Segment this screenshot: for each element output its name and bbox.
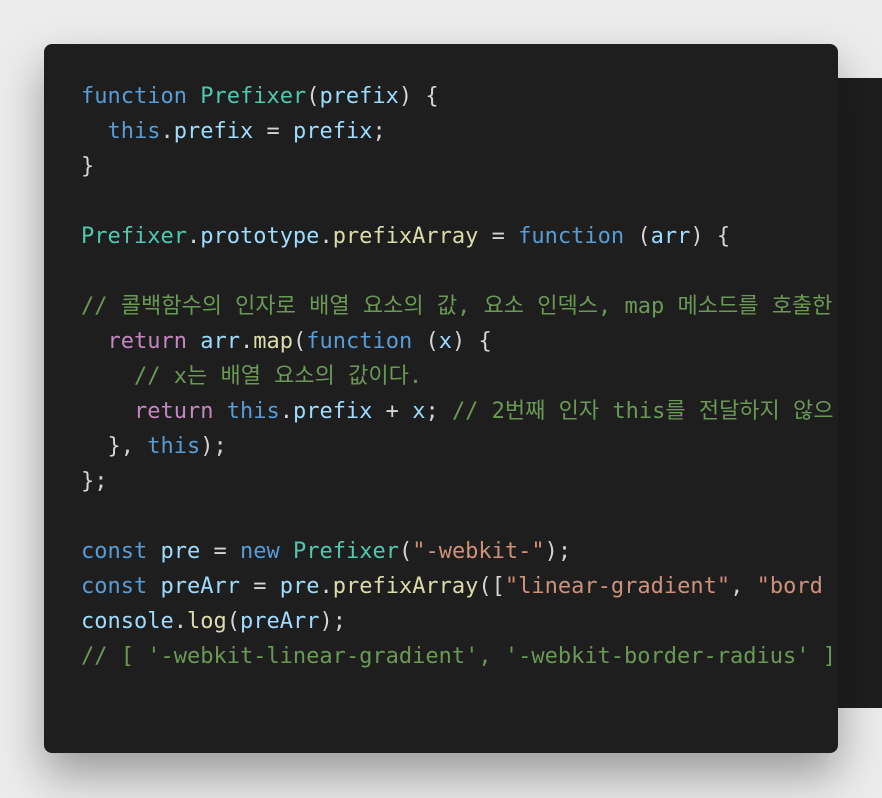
code-token: "-webkit-"	[412, 539, 545, 564]
code-line: function Prefixer(prefix) {	[81, 79, 838, 114]
code-token: (	[306, 84, 320, 109]
code-token: ;	[372, 119, 386, 144]
code-token: (	[624, 224, 651, 249]
code-token: );	[200, 434, 227, 459]
code-token: (	[412, 329, 439, 354]
code-token: this	[147, 434, 201, 459]
code-token: console	[81, 609, 174, 634]
code-token: ([	[478, 574, 505, 599]
code-token: x	[438, 329, 452, 354]
code-token: pre	[160, 539, 201, 564]
code-token: "linear-gradient"	[504, 574, 731, 599]
code-line: // x는 배열 요소의 값이다.	[81, 359, 838, 394]
code-token: preArr	[239, 609, 320, 634]
code-token: );	[319, 609, 346, 634]
code-token: .	[319, 224, 333, 249]
code-token: function	[81, 84, 187, 109]
code-token: ) {	[690, 224, 731, 249]
code-line: // [ '-webkit-linear-gradient', '-webkit…	[81, 639, 838, 674]
code-token: =	[239, 574, 280, 599]
code-line: console.log(preArr);	[81, 604, 838, 639]
code-line: this.prefix = prefix;	[81, 114, 838, 149]
code-token: arr	[650, 224, 691, 249]
code-token: Prefixer	[292, 539, 399, 564]
code-token: (	[398, 539, 413, 564]
code-token: // 2번째 인자 this를 전달하지 않으	[451, 399, 834, 424]
code-token: // x는 배열 요소의 값이다.	[133, 364, 423, 389]
code-token: ) {	[451, 329, 492, 354]
code-line: return this.prefix + x; // 2번째 인자 this를 …	[81, 394, 838, 429]
code-token: =	[200, 539, 240, 564]
code-token: (	[226, 609, 240, 634]
code-line: Prefixer.prototype.prefixArray = functio…	[81, 219, 838, 254]
code-token: );	[544, 539, 572, 564]
code-token: function	[306, 329, 413, 354]
code-token: .	[239, 329, 254, 354]
code-block: function Prefixer(prefix) { this.prefix …	[81, 79, 838, 674]
code-line: // 콜백함수의 인자로 배열 요소의 값, 요소 인덱스, map 메소드를 …	[81, 289, 838, 324]
code-token: new	[239, 539, 280, 564]
code-token: Prefixer	[200, 84, 307, 109]
code-token: (	[292, 329, 307, 354]
code-token: x	[412, 399, 426, 424]
code-token: // 콜백함수의 인자로 배열 요소의 값, 요소 인덱스, map 메소드를 …	[81, 294, 838, 319]
code-token: ;	[425, 399, 452, 424]
code-line: return arr.map(function (x) {	[81, 324, 838, 359]
code-token: };	[81, 469, 108, 494]
code-token: return	[133, 399, 214, 424]
code-token: ,	[730, 574, 757, 599]
code-token: map	[253, 329, 293, 354]
code-window: function Prefixer(prefix) { this.prefix …	[44, 44, 838, 753]
code-token: =	[478, 224, 519, 249]
code-token: "bord	[756, 574, 823, 599]
code-token: this	[107, 119, 161, 144]
code-token: .	[279, 399, 293, 424]
code-line: }, this);	[81, 429, 838, 464]
code-token: =	[253, 119, 293, 144]
code-line: }	[81, 149, 838, 184]
code-token: prototype	[200, 224, 320, 249]
code-token: }	[81, 154, 95, 179]
code-token: arr	[200, 329, 240, 354]
code-line: const pre = new Prefixer("-webkit-");	[81, 534, 838, 569]
code-token: Prefixer	[81, 224, 187, 249]
code-token: prefixArray	[332, 574, 479, 599]
code-token: preArr	[160, 574, 240, 599]
code-token: const	[81, 574, 148, 599]
code-line: };	[81, 464, 838, 499]
code-token: this	[226, 399, 280, 424]
code-line: const preArr = pre.prefixArray(["linear-…	[81, 569, 838, 604]
code-token: log	[186, 609, 227, 634]
code-token: .	[186, 224, 201, 249]
code-token: // [ '-webkit-linear-gradient', '-webkit…	[81, 644, 836, 669]
code-token: +	[372, 399, 413, 424]
code-token: ) {	[398, 84, 439, 109]
code-token: prefix	[173, 119, 254, 144]
code-token: .	[319, 574, 333, 599]
code-token: return	[107, 329, 187, 354]
code-token: prefix	[292, 399, 373, 424]
code-token: .	[173, 609, 187, 634]
code-token: prefixArray	[332, 224, 479, 249]
code-token: const	[81, 539, 148, 564]
code-token: prefix	[292, 119, 373, 144]
code-token: .	[160, 119, 174, 144]
code-token: pre	[279, 574, 320, 599]
code-token: prefix	[319, 84, 399, 109]
code-token: },	[81, 434, 148, 459]
code-token: function	[518, 224, 625, 249]
